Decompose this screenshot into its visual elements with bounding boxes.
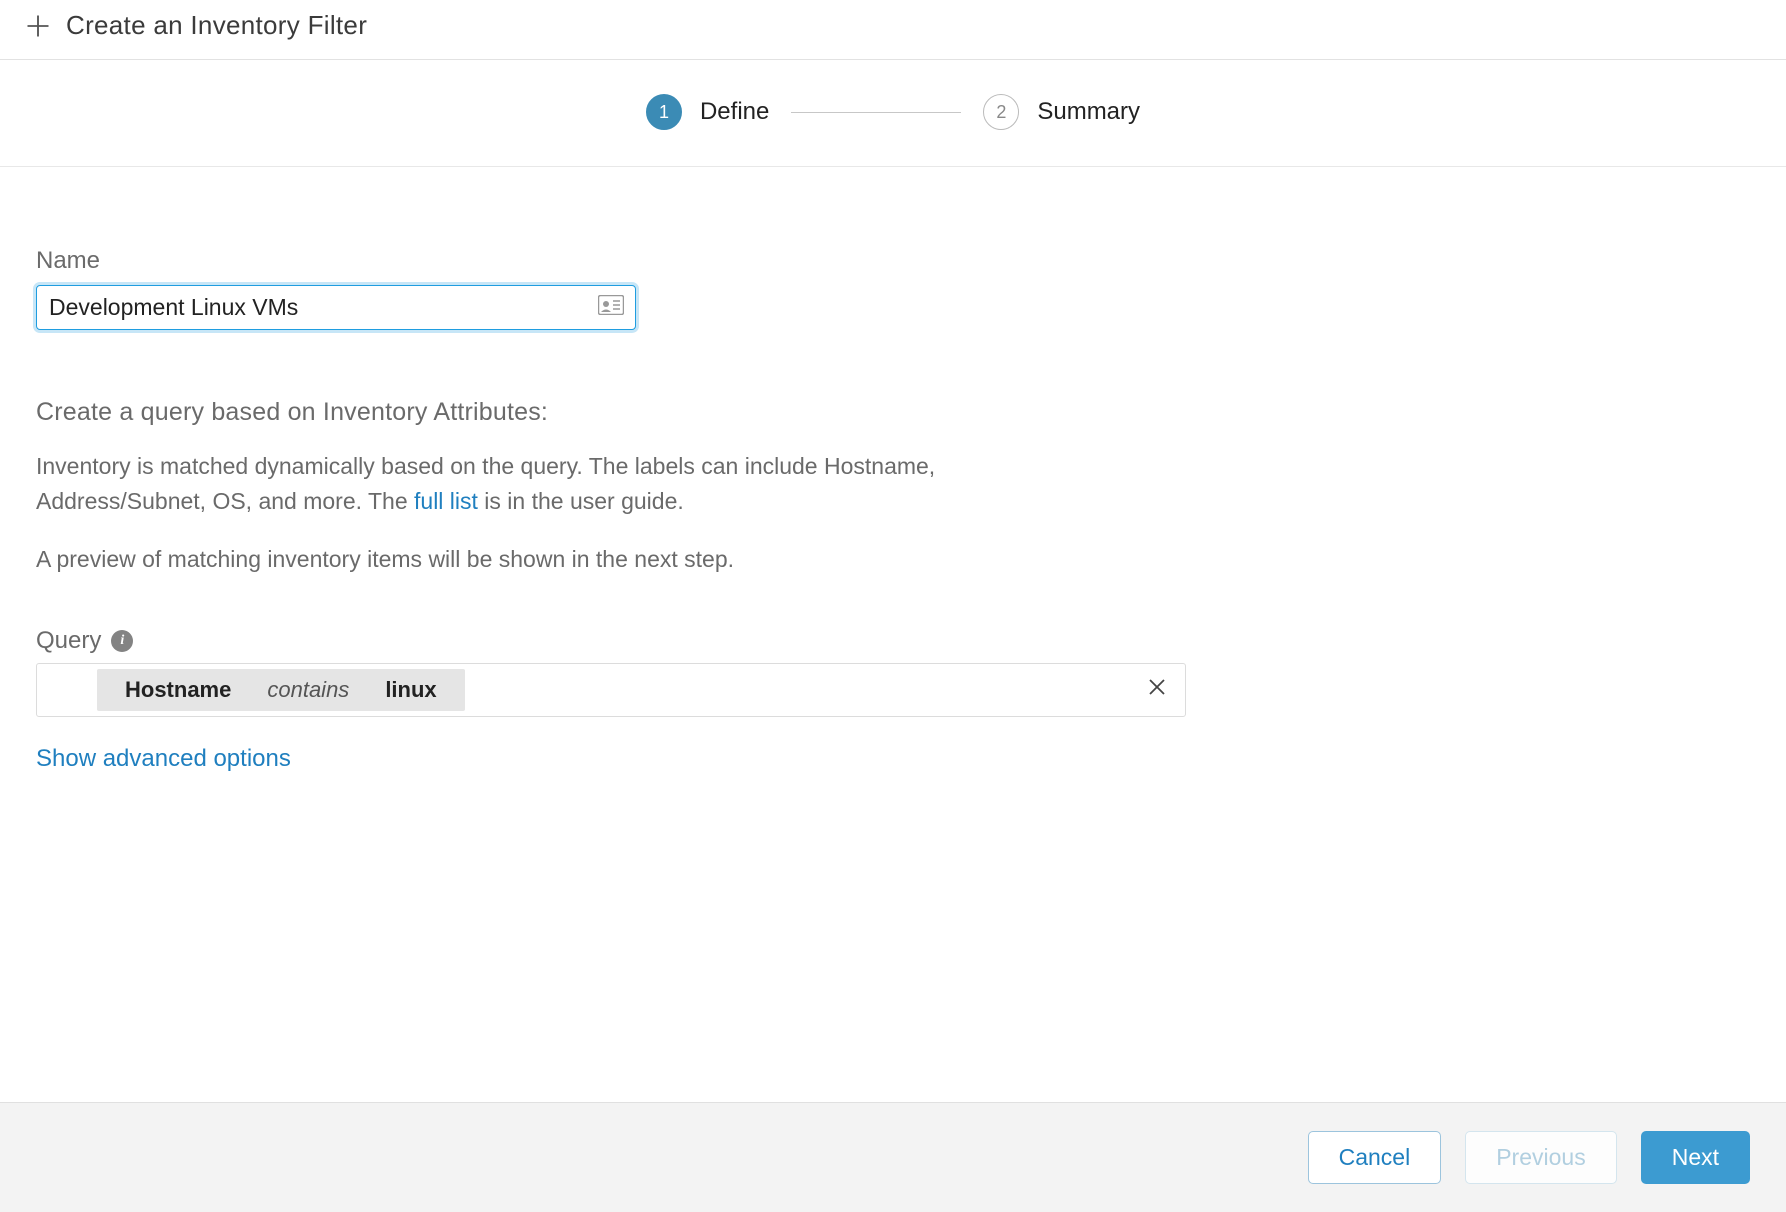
step-define[interactable]: 1 Define [646, 94, 769, 130]
chip-operator: contains [267, 677, 349, 703]
wizard-footer: Cancel Previous Next [0, 1102, 1786, 1212]
desc-text-post: is in the user guide. [478, 488, 684, 514]
query-input[interactable]: Hostname contains linux [36, 663, 1186, 717]
chip-value: linux [385, 677, 436, 703]
chip-attribute: Hostname [125, 677, 231, 703]
full-list-link[interactable]: full list [414, 488, 478, 514]
plus-icon [24, 12, 52, 40]
step-summary[interactable]: 2 Summary [983, 94, 1140, 130]
name-input[interactable] [36, 285, 636, 330]
preview-note: A preview of matching inventory items wi… [36, 546, 1224, 573]
step-label: Summary [1037, 98, 1140, 126]
wizard-stepper: 1 Define 2 Summary [0, 60, 1786, 167]
step-connector [791, 112, 961, 113]
step-number: 2 [983, 94, 1019, 130]
step-number: 1 [646, 94, 682, 130]
name-label: Name [36, 247, 1224, 275]
page-title: Create an Inventory Filter [66, 10, 367, 41]
cancel-button[interactable]: Cancel [1308, 1131, 1442, 1184]
show-advanced-options-link[interactable]: Show advanced options [36, 745, 291, 773]
next-button[interactable]: Next [1641, 1131, 1750, 1184]
info-icon[interactable]: i [111, 630, 133, 652]
clear-query-button[interactable] [1137, 673, 1177, 707]
page-header: Create an Inventory Filter [0, 0, 1786, 60]
query-description: Inventory is matched dynamically based o… [36, 449, 1036, 518]
form-content: Name Create a query based on Inventory A… [0, 167, 1260, 813]
query-chip[interactable]: Hostname contains linux [97, 669, 465, 711]
query-section-heading: Create a query based on Inventory Attrib… [36, 398, 1224, 427]
id-card-icon [598, 295, 624, 321]
query-label: Query [36, 627, 101, 655]
previous-button[interactable]: Previous [1465, 1131, 1616, 1184]
step-label: Define [700, 98, 769, 126]
